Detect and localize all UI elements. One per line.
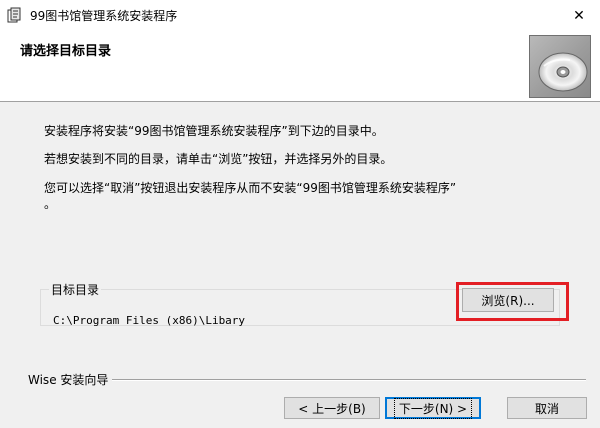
wizard-header: 请选择目标目录 xyxy=(0,31,600,102)
cancel-button-label: 取消 xyxy=(534,401,559,416)
back-button-label: < 上一步(B) xyxy=(298,401,366,416)
window-title: 99图书馆管理系统安装程序 xyxy=(30,9,178,23)
intro-line-1: 安装程序将安装“99图书馆管理系统安装程序”到下边的目录中。 xyxy=(44,124,384,138)
back-button[interactable]: < 上一步(B) xyxy=(284,397,380,419)
wizard-brand-label: Wise 安装向导 xyxy=(28,371,113,388)
target-directory-path: C:\Program Files (x86)\Libary xyxy=(53,314,246,327)
next-button-label: 下一步(N) > xyxy=(393,397,473,419)
browse-button[interactable]: 浏览(R)... xyxy=(462,288,554,312)
close-button[interactable]: ✕ xyxy=(558,0,600,31)
target-directory-label: 目标目录 xyxy=(51,283,100,297)
wizard-body: 安装程序将安装“99图书馆管理系统安装程序”到下边的目录中。 若想安装到不同的目… xyxy=(0,103,600,428)
cd-disc-icon xyxy=(529,35,591,98)
installer-icon xyxy=(6,6,24,24)
cancel-button[interactable]: 取消 xyxy=(507,397,587,419)
close-icon: ✕ xyxy=(573,7,585,24)
intro-line-3-end: 。 xyxy=(44,197,57,211)
browse-button-label: 浏览(R)... xyxy=(481,293,535,308)
page-title: 请选择目标目录 xyxy=(20,44,112,59)
intro-line-2: 若想安装到不同的目录，请单击“浏览”按钮，并选择另外的目录。 xyxy=(44,152,393,166)
title-bar: 99图书馆管理系统安装程序 ✕ xyxy=(0,0,600,31)
intro-line-3: 您可以选择“取消”按钮退出安装程序从而不安装“99图书馆管理系统安装程序” xyxy=(44,181,457,195)
next-button[interactable]: 下一步(N) > xyxy=(385,397,481,419)
